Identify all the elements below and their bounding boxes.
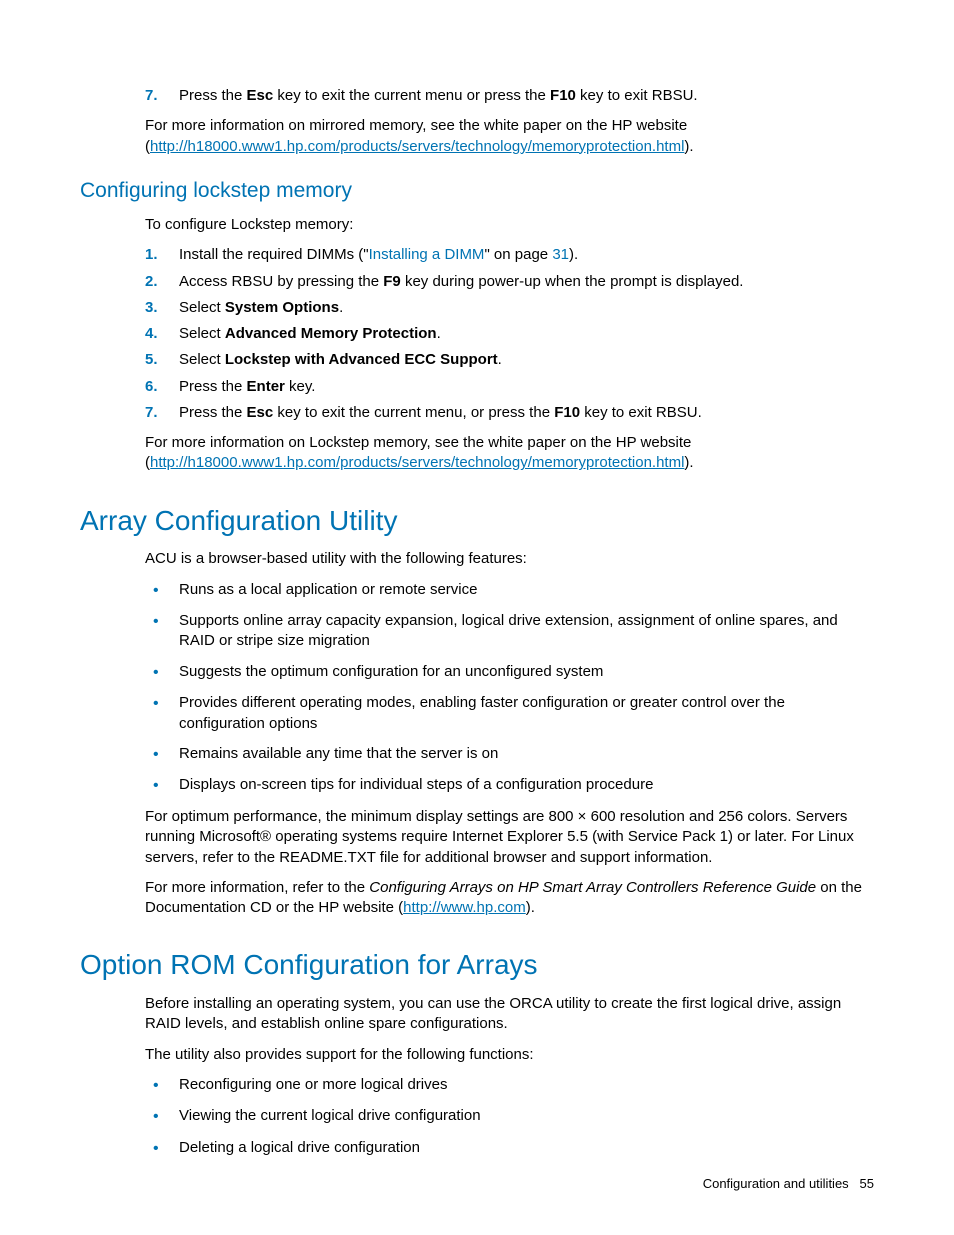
step-5: 5. Select Lockstep with Advanced ECC Sup… [145,350,874,370]
list-item: Runs as a local application or remote se… [145,580,874,602]
memory-protection-link-2[interactable]: http://h18000.www1.hp.com/products/serve… [150,454,684,471]
step-2: 2. Access RBSU by pressing the F9 key du… [145,272,874,292]
memory-protection-link[interactable]: http://h18000.www1.hp.com/products/serve… [150,138,684,155]
lockstep-heading: Configuring lockstep memory [80,177,874,205]
step-6: 6. Press the Enter key. [145,377,874,397]
step-text: Press the Esc key to exit the current me… [179,86,874,106]
step-7: 7. Press the Esc key to exit the current… [145,403,874,423]
list-item: Deleting a logical drive configuration [145,1138,874,1160]
page-footer: Configuration and utilities 55 [703,1175,874,1193]
footer-page: 55 [860,1176,874,1191]
step-3: 3. Select System Options. [145,298,874,318]
page-31-xref[interactable]: 31 [552,246,569,263]
list-item: Reconfiguring one or more logical drives [145,1075,874,1097]
acu-feature-list: Runs as a local application or remote se… [145,580,874,797]
list-item: Remains available any time that the serv… [145,744,874,766]
list-item: Provides different operating modes, enab… [145,693,874,734]
footer-section: Configuration and utilities [703,1176,849,1191]
lockstep-steps: 1. Install the required DIMMs ("Installi… [145,245,874,423]
acu-intro: ACU is a browser-based utility with the … [145,549,874,569]
list-item: Supports online array capacity expansion… [145,611,874,652]
hp-link[interactable]: http://www.hp.com [403,899,526,916]
step-4: 4. Select Advanced Memory Protection. [145,324,874,344]
list-item: Viewing the current logical drive config… [145,1106,874,1128]
orca-para-1: Before installing an operating system, y… [145,994,874,1035]
orca-para-2: The utility also provides support for th… [145,1045,874,1065]
acu-performance-note: For optimum performance, the minimum dis… [145,807,874,868]
continued-step-list: 7. Press the Esc key to exit the current… [145,86,874,157]
mirrored-memory-note: For more information on mirrored memory,… [145,116,874,157]
list-item: Suggests the optimum configuration for a… [145,662,874,684]
acu-content: ACU is a browser-based utility with the … [145,549,874,918]
orca-content: Before installing an operating system, y… [145,994,874,1160]
acu-heading: Array Configuration Utility [80,502,874,540]
lockstep-content: To configure Lockstep memory: 1. Install… [145,215,874,474]
orca-function-list: Reconfiguring one or more logical drives… [145,1075,874,1160]
lockstep-intro: To configure Lockstep memory: [145,215,874,235]
acu-more-info: For more information, refer to the Confi… [145,878,874,919]
step-1: 1. Install the required DIMMs ("Installi… [145,245,874,265]
installing-dimm-xref[interactable]: Installing a DIMM [369,246,485,263]
list-item: Displays on-screen tips for individual s… [145,775,874,797]
step-7: 7. Press the Esc key to exit the current… [145,86,874,106]
orca-heading: Option ROM Configuration for Arrays [80,946,874,984]
lockstep-note: For more information on Lockstep memory,… [145,433,874,474]
step-number: 7. [145,86,179,106]
